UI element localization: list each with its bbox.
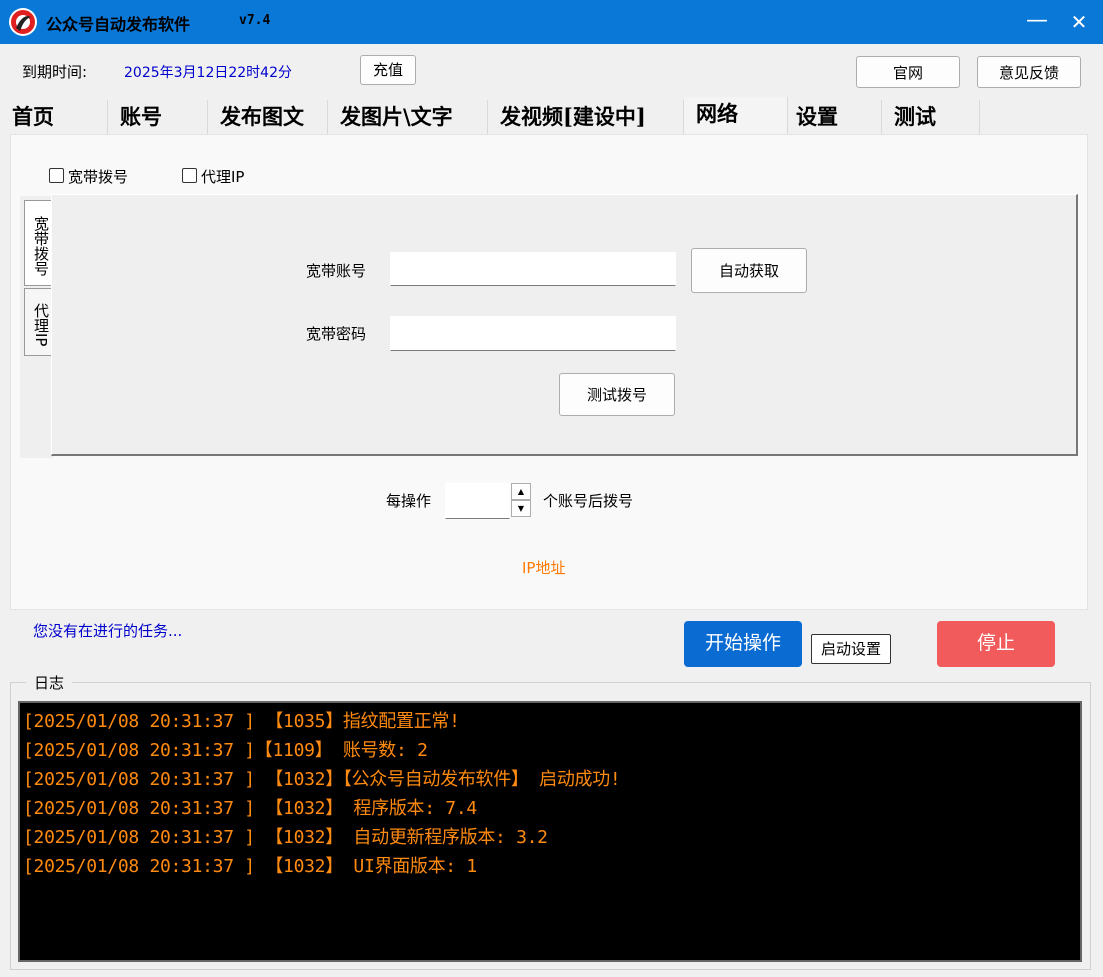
network-side-tabs: 宽带拨号 代理IP (20, 196, 53, 458)
tab-accounts[interactable]: 账号 (108, 100, 208, 134)
tab-settings[interactable]: 设置 (788, 100, 882, 134)
side-tab-broadband-dial[interactable]: 宽带拨号 (24, 200, 52, 286)
tab-publish-article[interactable]: 发布图文 (208, 100, 328, 134)
broadband-account-input[interactable] (390, 252, 676, 286)
startup-settings-button[interactable]: 启动设置 (811, 634, 891, 664)
minimize-button[interactable]: — (1022, 8, 1052, 36)
log-legend: 日志 (26, 672, 73, 693)
log-line: [2025/01/08 20:31:37 ] 【1032】 UI界面版本: 1 (23, 856, 477, 877)
log-line: [2025/01/08 20:31:37 ]【1109】 账号数: 2 (23, 740, 428, 761)
recharge-button[interactable]: 充值 (360, 55, 416, 85)
broadband-account-label: 宽带账号 (306, 262, 367, 280)
side-tab-proxy-ip[interactable]: 代理IP (24, 288, 52, 356)
broadband-dial-checkbox[interactable] (49, 168, 64, 183)
log-output[interactable]: [2025/01/08 20:31:37 ] 【1035】指纹配置正常! [20… (18, 701, 1082, 962)
log-line: [2025/01/08 20:31:37 ] 【1032】 程序版本: 7.4 (23, 798, 477, 819)
log-line: [2025/01/08 20:31:37 ] 【1032】【公众号自动发布软件】… (23, 769, 621, 790)
main-tabs: 首页 账号 发布图文 发图片\文字 发视频[建设中] 网络 设置 测试 (10, 97, 1088, 134)
expire-label: 到期时间: (22, 63, 88, 81)
log-line: [2025/01/08 20:31:37 ] 【1035】指纹配置正常! (23, 711, 460, 732)
proxy-ip-checkbox[interactable] (182, 168, 197, 183)
app-title: 公众号自动发布软件 (46, 15, 191, 34)
dial-interval-input[interactable] (445, 483, 510, 519)
test-dial-button[interactable]: 测试拨号 (559, 373, 675, 416)
feedback-button[interactable]: 意见反馈 (977, 56, 1081, 88)
app-logo-icon (8, 7, 38, 37)
broadband-password-input[interactable] (390, 316, 676, 351)
tab-test[interactable]: 测试 (882, 100, 980, 134)
tab-publish-image-text[interactable]: 发图片\文字 (328, 100, 488, 134)
log-line: [2025/01/08 20:31:37 ] 【1032】 自动更新程序版本: … (23, 827, 548, 848)
website-button[interactable]: 官网 (856, 56, 960, 88)
close-button[interactable]: ✕ (1064, 8, 1094, 36)
tab-publish-video[interactable]: 发视频[建设中] (488, 100, 684, 134)
proxy-ip-checkbox-label[interactable]: 代理IP (201, 166, 244, 187)
dial-interval-suffix: 个账号后拨号 (543, 492, 634, 510)
dial-interval-label: 每操作 (386, 492, 432, 510)
spin-down-icon[interactable]: ▼ (511, 500, 531, 517)
tab-home[interactable]: 首页 (10, 100, 108, 134)
app-version: v7.4 (239, 13, 271, 28)
expire-value: 2025年3月12日22时42分 (124, 65, 292, 81)
spin-up-icon[interactable]: ▲ (511, 483, 531, 500)
tab-network[interactable]: 网络 (684, 97, 788, 134)
ip-address-label: IP地址 (522, 559, 566, 577)
start-operation-button[interactable]: 开始操作 (684, 621, 802, 667)
auto-fetch-button[interactable]: 自动获取 (691, 248, 807, 293)
stop-button[interactable]: 停止 (937, 621, 1055, 667)
task-status-text: 您没有在进行的任务... (33, 622, 183, 640)
broadband-password-label: 宽带密码 (306, 325, 367, 343)
broadband-dial-checkbox-label[interactable]: 宽带拨号 (68, 166, 128, 187)
